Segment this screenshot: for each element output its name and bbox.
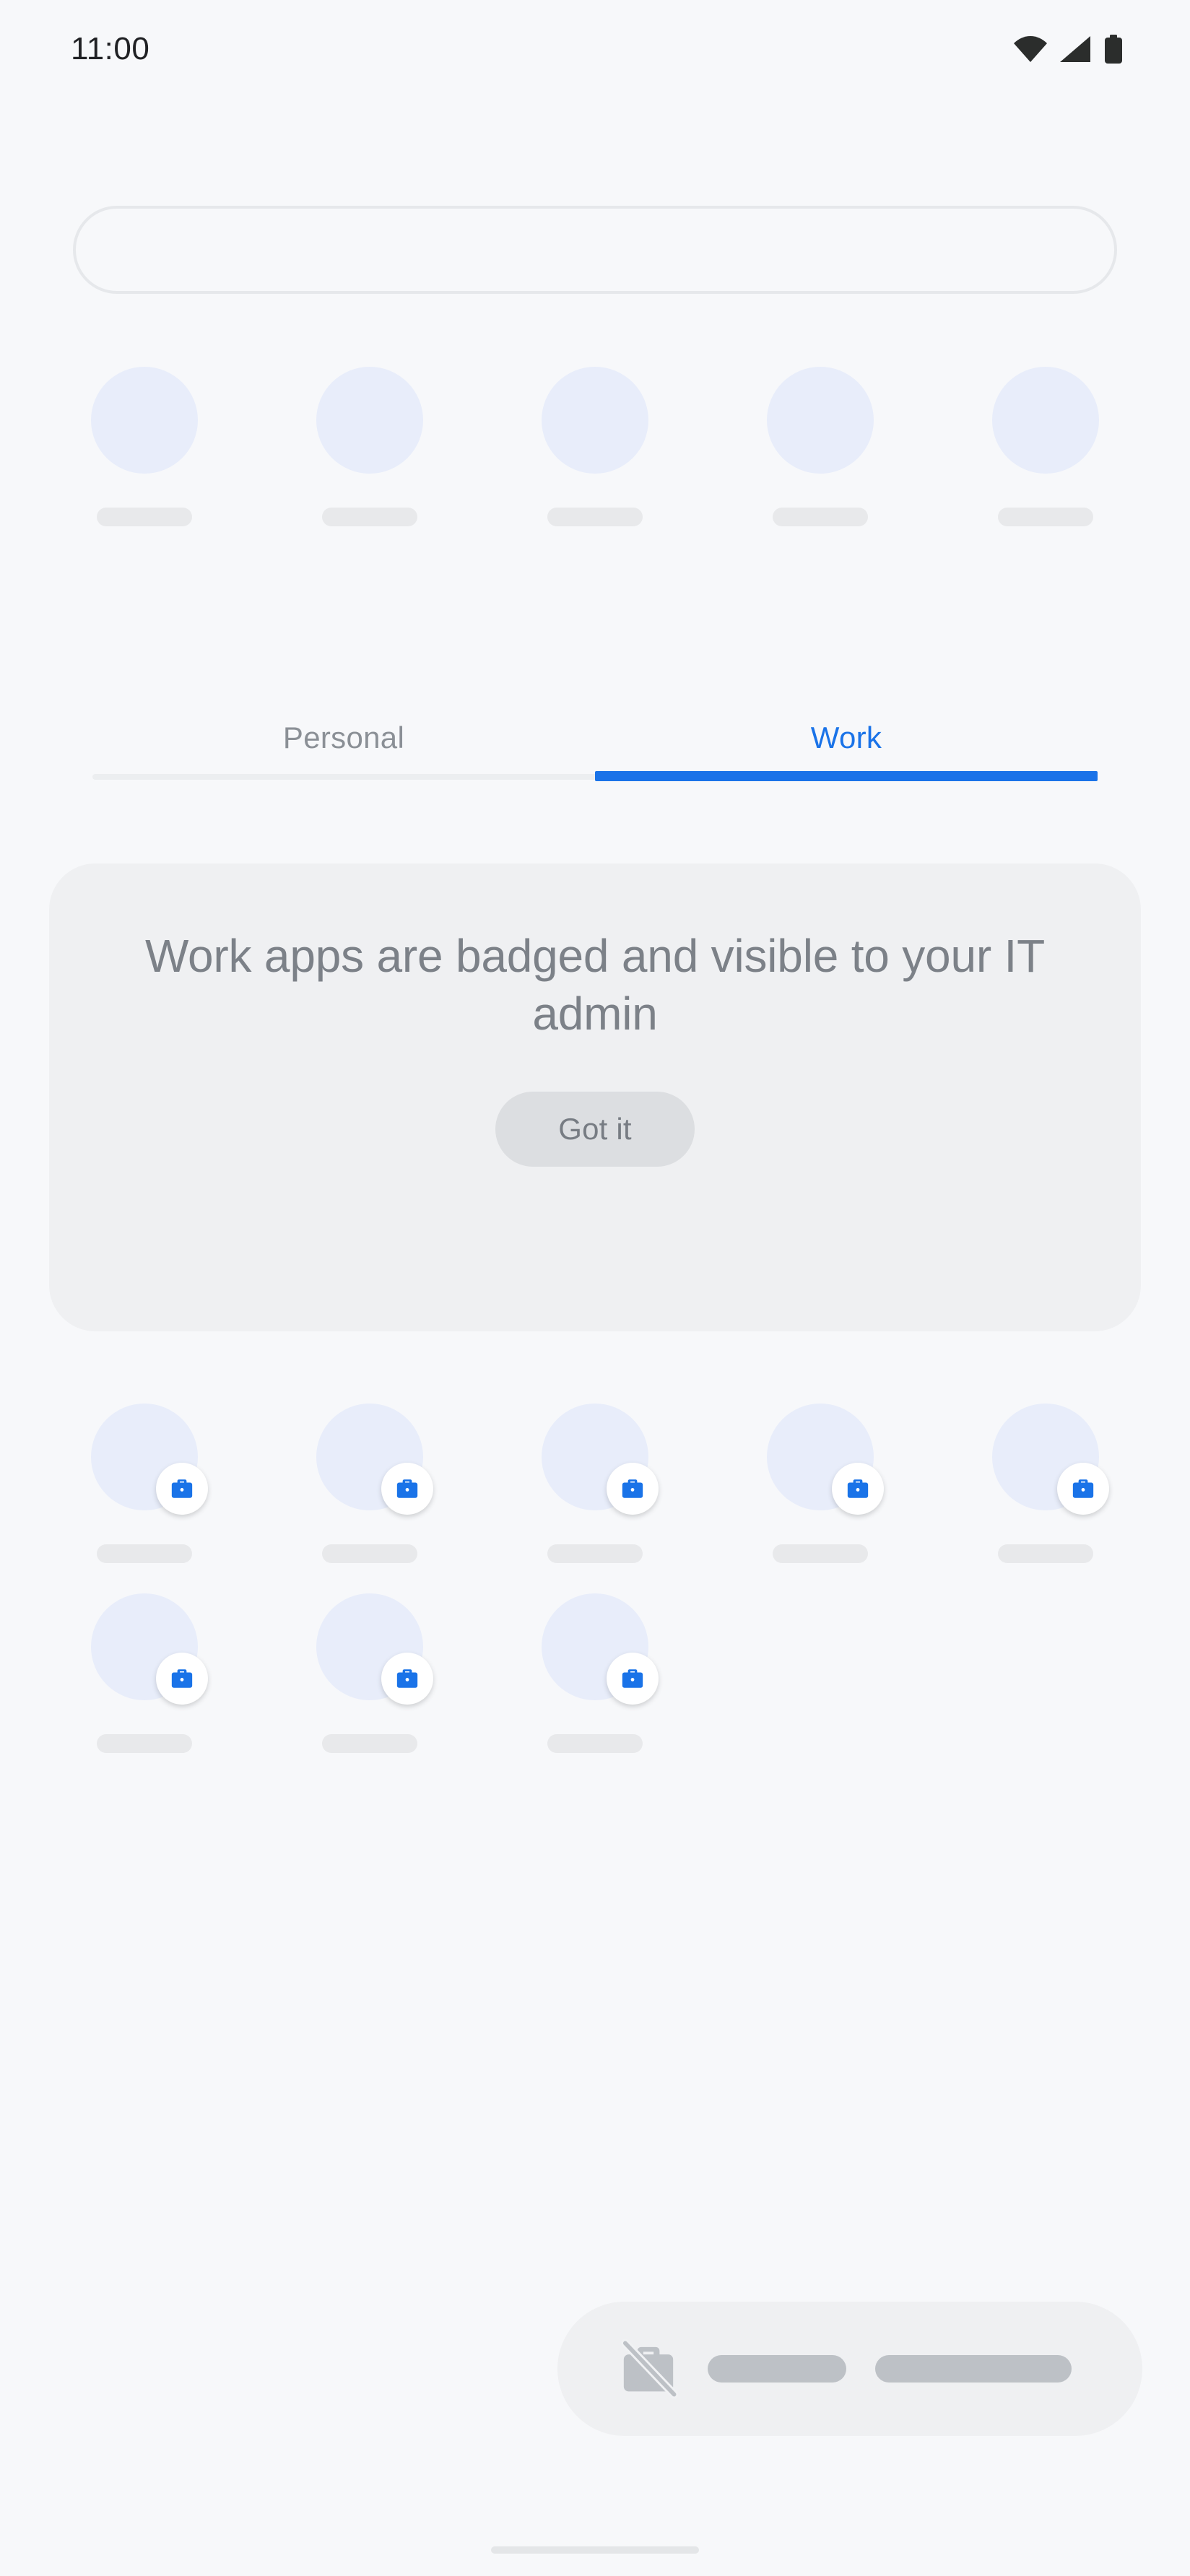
status-bar: 11:00 (0, 0, 1190, 97)
tab-work[interactable]: Work (595, 699, 1098, 777)
app-label-placeholder (998, 1544, 1093, 1563)
app-icon-placeholder (542, 367, 648, 474)
home-gesture-bar[interactable] (491, 2546, 699, 2554)
tab-active-indicator (595, 771, 1098, 781)
work-briefcase-badge-icon (156, 1463, 208, 1515)
app-icon-container[interactable] (91, 367, 198, 474)
app-icon-placeholder (992, 367, 1099, 474)
app-item[interactable] (257, 367, 482, 526)
tab-personal[interactable]: Personal (92, 699, 595, 777)
work-app-item[interactable] (32, 1593, 257, 1753)
work-app-item[interactable] (708, 1404, 933, 1563)
app-label-placeholder (547, 508, 643, 526)
app-label-placeholder (97, 1734, 192, 1753)
work-app-item[interactable] (933, 1404, 1158, 1563)
status-bar-clock: 11:00 (71, 30, 150, 66)
work-briefcase-badge-icon (381, 1653, 433, 1705)
suggested-apps-row (32, 367, 1158, 526)
work-apps-row (32, 1593, 1158, 1753)
app-icon-container[interactable] (542, 367, 648, 474)
search-bar[interactable] (73, 206, 1117, 294)
app-label-placeholder (97, 1544, 192, 1563)
app-label-placeholder (998, 508, 1093, 526)
app-icon-container[interactable] (992, 1404, 1109, 1515)
work-profile-off-icon (618, 2339, 679, 2398)
app-icon-container[interactable] (316, 367, 423, 474)
work-briefcase-badge-icon (381, 1463, 433, 1515)
work-app-item[interactable] (482, 1593, 708, 1753)
app-icon-container[interactable] (992, 367, 1099, 474)
work-briefcase-badge-icon (156, 1653, 208, 1705)
app-label-placeholder (322, 1544, 417, 1563)
work-briefcase-badge-icon (832, 1463, 884, 1515)
cell-signal-icon (1060, 35, 1090, 62)
app-label-placeholder (97, 508, 192, 526)
app-label-placeholder (322, 508, 417, 526)
profile-tabs: Personal Work (92, 699, 1098, 800)
app-label-placeholder (547, 1734, 643, 1753)
work-app-item[interactable] (32, 1404, 257, 1563)
tab-list: Personal Work (92, 699, 1098, 777)
app-label-placeholder (547, 1544, 643, 1563)
app-icon-container[interactable] (767, 1404, 884, 1515)
app-icon-placeholder (91, 367, 198, 474)
app-icon-container[interactable] (91, 1404, 208, 1515)
work-profile-info-card: Work apps are badged and visible to your… (49, 863, 1141, 1331)
app-icon-placeholder (767, 367, 874, 474)
app-icon-container[interactable] (542, 1404, 659, 1515)
work-briefcase-badge-icon (1057, 1463, 1109, 1515)
work-apps-row (32, 1404, 1158, 1563)
work-profile-sublabel-placeholder (875, 2355, 1072, 2383)
got-it-button[interactable]: Got it (495, 1092, 695, 1167)
app-item[interactable] (708, 367, 933, 526)
work-profile-label-placeholder (708, 2355, 846, 2383)
wifi-icon (1014, 35, 1047, 62)
app-icon-placeholder (316, 367, 423, 474)
info-card-title: Work apps are badged and visible to your… (144, 930, 1046, 1040)
app-icon-container[interactable] (767, 367, 874, 474)
app-label-placeholder (773, 508, 868, 526)
work-app-item[interactable] (257, 1404, 482, 1563)
work-briefcase-badge-icon (607, 1463, 659, 1515)
battery-icon (1103, 34, 1124, 64)
work-app-item[interactable] (257, 1593, 482, 1753)
app-item[interactable] (482, 367, 708, 526)
app-icon-container[interactable] (316, 1404, 433, 1515)
work-briefcase-badge-icon (607, 1653, 659, 1705)
app-label-placeholder (322, 1734, 417, 1753)
app-icon-container[interactable] (91, 1593, 208, 1705)
app-item[interactable] (32, 367, 257, 526)
work-apps-grid (32, 1404, 1158, 1783)
app-item[interactable] (933, 367, 1158, 526)
status-bar-icons (1014, 34, 1124, 64)
app-icon-container[interactable] (542, 1593, 659, 1705)
work-app-item[interactable] (482, 1404, 708, 1563)
work-profile-toggle-bar[interactable] (557, 2302, 1142, 2436)
app-icon-container[interactable] (316, 1593, 433, 1705)
app-label-placeholder (773, 1544, 868, 1563)
